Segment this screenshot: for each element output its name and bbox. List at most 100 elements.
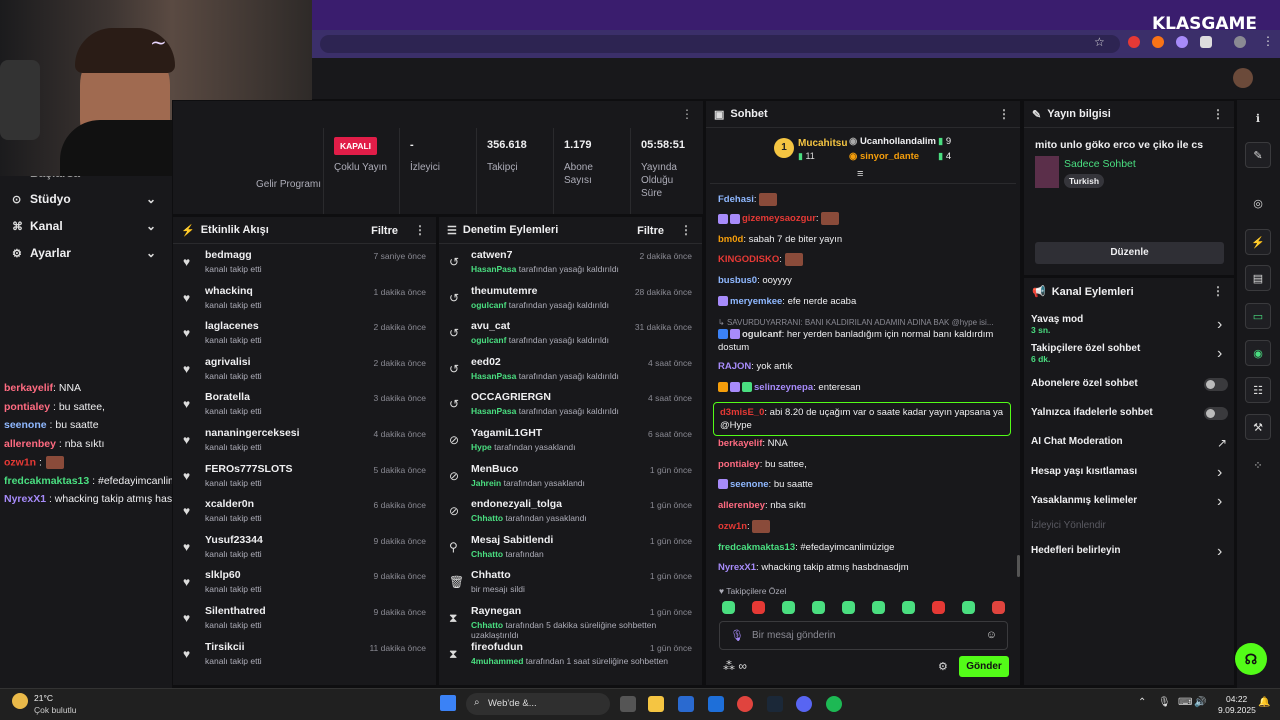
more-options-icon[interactable]: ⋮: [681, 108, 693, 120]
leaderboard-item[interactable]: ◉ sinyor_dante: [849, 151, 919, 162]
more-options-icon[interactable]: ⋮: [1212, 285, 1224, 297]
clock-time[interactable]: 04:22: [1226, 694, 1247, 704]
chat-username[interactable]: bm0d: [718, 234, 743, 245]
moderation-row[interactable]: ⊘ MenBuco Jahrein tarafından yasaklandı 1 g…: [439, 459, 702, 494]
top-gifter-name[interactable]: Mucahitsu: [798, 138, 847, 149]
chat-username[interactable]: allerenbey: [718, 500, 765, 511]
document-icon[interactable]: ▤: [1245, 265, 1271, 291]
taskbar-search[interactable]: ⌕ Web'de &...: [466, 693, 610, 715]
channel-action-item[interactable]: Hesap yaşı kısıtlaması: [1031, 466, 1137, 477]
moderation-row[interactable]: ⊘ endonezyali_tolga Chhatto tarafından yas…: [439, 494, 702, 529]
chat-username[interactable]: berkayelif: [718, 438, 762, 449]
emote-shortcut[interactable]: [812, 601, 825, 614]
windows-start-icon[interactable]: [440, 695, 456, 711]
notification-bell-icon[interactable]: 🔔: [1258, 697, 1270, 708]
chat-username[interactable]: ozw1n: [718, 521, 747, 532]
emoji-icon[interactable]: ☺: [986, 629, 997, 641]
activity-row[interactable]: ♥ Yusuf23344 kanalı takip etti 9 dakika önc…: [173, 530, 436, 565]
sidebar-item-studio[interactable]: ⊙ Stüdyo ⌄: [0, 186, 170, 212]
activity-row[interactable]: ♥ Silenthatred kanalı takip etti 9 dakika ö…: [173, 601, 436, 636]
leaderboard-item[interactable]: ◉ Ucanhollandalim: [849, 136, 936, 147]
activity-username[interactable]: Silenthatred: [205, 605, 266, 617]
discord-icon[interactable]: [796, 696, 812, 712]
moderator-name[interactable]: 4muhammed: [471, 656, 523, 666]
microphone-icon[interactable]: 🎙: [730, 629, 744, 642]
moderation-target[interactable]: endonezyali_tolga: [471, 498, 562, 510]
moderator-name[interactable]: ogulcanf: [471, 300, 506, 310]
moderation-target[interactable]: OCCAGRIERGN: [471, 391, 551, 403]
extension-icon[interactable]: [1152, 36, 1164, 48]
activity-username[interactable]: agrivalisi: [205, 356, 251, 368]
activity-username[interactable]: xcalder0n: [205, 498, 254, 510]
user-avatar[interactable]: [1233, 68, 1253, 88]
activity-row[interactable]: ♥ nananingerceksesi kanalı takip etti 4 dak…: [173, 423, 436, 458]
moderation-row[interactable]: ⚲ Mesaj Sabitlendi Chhatto tarafından 1 gün…: [439, 530, 702, 565]
profile-avatar-icon[interactable]: [1234, 36, 1246, 48]
chat-username[interactable]: d3misE_0: [720, 407, 764, 418]
sidebar-item-settings[interactable]: ⚙ Ayarlar ⌄: [0, 240, 170, 266]
moderation-target[interactable]: Chhatto: [471, 569, 511, 581]
toggle-switch[interactable]: [1204, 378, 1228, 391]
chat-username[interactable]: busbus0: [718, 275, 757, 286]
tray-chevron-icon[interactable]: ⌃: [1138, 697, 1146, 708]
channel-action-item[interactable]: AI Chat Moderation: [1031, 436, 1123, 447]
extension-icon[interactable]: [1176, 36, 1188, 48]
toggle-switch[interactable]: [1204, 407, 1228, 420]
moderator-name[interactable]: Chhatto: [471, 549, 503, 559]
channel-action-item[interactable]: Hedefleri belirleyin: [1031, 545, 1120, 556]
channel-action-item[interactable]: Takipçilere özel sohbet 6 dk.: [1031, 343, 1140, 364]
moderation-target[interactable]: eed02: [471, 356, 501, 368]
chat-username[interactable]: fredcakmaktas13: [718, 542, 795, 553]
sidebar-item-channel[interactable]: ⌘ Kanal ⌄: [0, 213, 170, 239]
external-link-icon[interactable]: ↗: [1217, 436, 1227, 450]
chat-username[interactable]: NyrexX1: [718, 562, 756, 573]
moderation-target[interactable]: catwen7: [471, 249, 512, 261]
volume-icon[interactable]: 🔊: [1194, 697, 1206, 708]
microphone-icon[interactable]: 🎙: [1158, 697, 1171, 708]
emote-shortcut[interactable]: [842, 601, 855, 614]
language-tag[interactable]: Turkish: [1064, 174, 1105, 188]
moderator-name[interactable]: Chhatto: [471, 513, 503, 523]
moderation-row[interactable]: ↺ eed02 HasanPasa tarafından yasağı kaldır…: [439, 352, 702, 387]
activity-username[interactable]: slklp60: [205, 569, 241, 581]
activity-row[interactable]: ♥ bedmagg kanalı takip etti 7 saniye önce: [173, 245, 436, 280]
chevron-right-icon[interactable]: ›: [1217, 316, 1222, 334]
chat-username[interactable]: pontialey: [718, 459, 760, 470]
activity-row[interactable]: ♥ Tirsikcii kanalı takip etti 11 dakika önc…: [173, 637, 436, 672]
chat-username[interactable]: RAJON: [718, 361, 751, 372]
activity-username[interactable]: laglacenes: [205, 320, 259, 332]
activity-row[interactable]: ♥ slklp60 kanalı takip etti 9 dakika önce: [173, 565, 436, 600]
wrench-icon[interactable]: ⚒: [1245, 414, 1271, 440]
channel-action-item[interactable]: Yalnızca ifadelerle sohbet: [1031, 407, 1153, 418]
users-icon[interactable]: ☷: [1245, 377, 1271, 403]
chat-settings-icon[interactable]: ⚙: [938, 660, 948, 673]
moderation-row[interactable]: ↺ theumutemre ogulcanf tarafından yasağı k…: [439, 281, 702, 316]
clock-date[interactable]: 9.09.2025: [1218, 705, 1256, 715]
moderator-name[interactable]: Jahrein: [471, 478, 501, 488]
moderator-name[interactable]: Hype: [471, 442, 492, 452]
file-explorer-icon[interactable]: [648, 696, 664, 712]
chevron-right-icon[interactable]: ›: [1217, 543, 1222, 561]
moderation-row[interactable]: ⊘ YagamiL1GHT Hype tarafından yasaklandı 6 …: [439, 423, 702, 458]
moderation-target[interactable]: avu_cat: [471, 320, 510, 332]
browser-menu-icon[interactable]: ⋮: [1262, 34, 1274, 48]
emote-shortcut[interactable]: [872, 601, 885, 614]
chat-username[interactable]: gizemeysaozgur: [742, 213, 816, 224]
filter-button[interactable]: Filtre: [371, 225, 398, 237]
chrome-icon[interactable]: [737, 696, 753, 712]
moderation-target[interactable]: YagamiL1GHT: [471, 427, 542, 439]
chat-username[interactable]: seenone: [730, 479, 769, 490]
moderation-row[interactable]: ⧗ fireofudun 4muhammed tarafından 1 saat s…: [439, 637, 702, 672]
moderator-name[interactable]: HasanPasa: [471, 371, 516, 381]
lightning-icon[interactable]: ⚡: [1245, 229, 1271, 255]
focus-icon[interactable]: ◎: [1245, 190, 1271, 216]
chevron-right-icon[interactable]: ›: [1217, 493, 1222, 511]
channel-action-item[interactable]: Yavaş mod 3 sn.: [1031, 314, 1083, 335]
chat-username[interactable]: KINGODISKO: [718, 254, 779, 265]
moderation-row[interactable]: 🗑 Chhatto bir mesajı sildi 1 gün önce: [439, 565, 702, 600]
moderation-target[interactable]: theumutemre: [471, 285, 538, 297]
chat-username[interactable]: Fdehasi: [718, 194, 754, 205]
edit-button[interactable]: Düzenle: [1035, 242, 1224, 264]
more-options-icon[interactable]: ⋮: [414, 224, 426, 236]
chat-icon[interactable]: ▭: [1245, 303, 1271, 329]
